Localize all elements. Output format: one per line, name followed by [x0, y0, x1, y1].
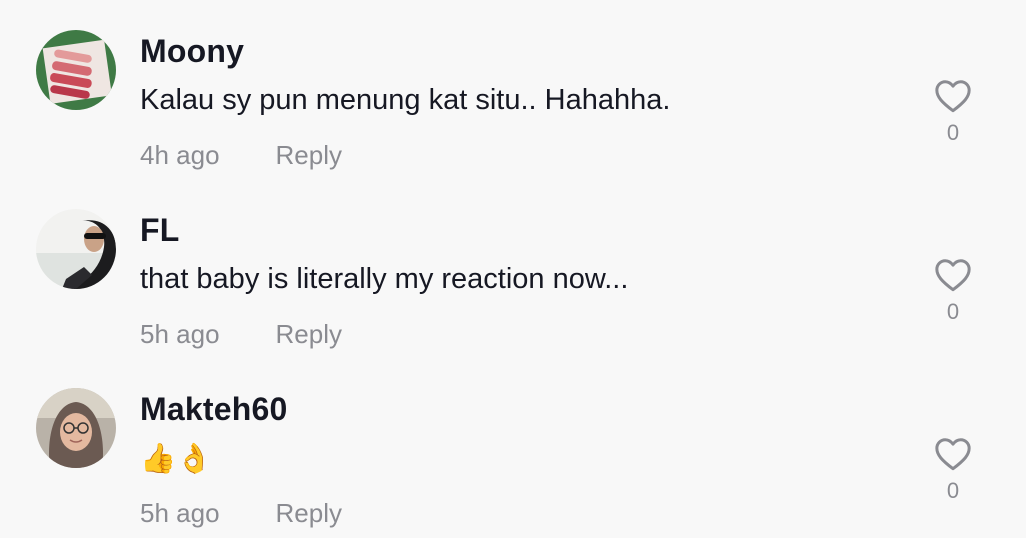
comment-item: Makteh60 👍👌 5h ago Reply 0 [0, 358, 1026, 537]
comment-text: Kalau sy pun menung kat situ.. Hahahha. [140, 84, 671, 116]
hijab-glasses-avatar [36, 388, 116, 468]
reply-button[interactable]: Reply [276, 140, 342, 170]
heart-outline-icon[interactable] [934, 257, 972, 293]
comment-time: 5h ago [140, 498, 220, 528]
like-button[interactable]: 0 [930, 78, 976, 146]
like-count: 0 [946, 478, 960, 503]
comment-time: 5h ago [140, 319, 220, 349]
reply-button[interactable]: Reply [276, 498, 342, 528]
comment-meta: 5h ago Reply [140, 498, 342, 529]
comment-item: Moony Kalau sy pun menung kat situ.. Hah… [0, 0, 1026, 179]
comment-username[interactable]: Moony [140, 33, 244, 70]
comment-meta: 5h ago Reply [140, 319, 342, 350]
comment-list: Moony Kalau sy pun menung kat situ.. Hah… [0, 0, 1026, 538]
comment-item: FL that baby is literally my reaction no… [0, 179, 1026, 358]
comment-time: 4h ago [140, 140, 220, 170]
like-button[interactable]: 0 [930, 436, 976, 504]
lipstick-swatch-avatar [36, 30, 116, 110]
avatar[interactable] [36, 388, 116, 468]
avatar[interactable] [36, 30, 116, 110]
like-count: 0 [946, 299, 960, 324]
comment-meta: 4h ago Reply [140, 140, 342, 171]
like-button[interactable]: 0 [930, 257, 976, 325]
heart-outline-icon[interactable] [934, 436, 972, 472]
comment-text: that baby is literally my reaction now..… [140, 263, 629, 295]
avatar[interactable] [36, 209, 116, 289]
reply-button[interactable]: Reply [276, 319, 342, 349]
hijab-sunglasses-avatar [36, 209, 116, 289]
comment-username[interactable]: Makteh60 [140, 391, 287, 428]
comment-username[interactable]: FL [140, 212, 180, 249]
comment-text: 👍👌 [140, 443, 213, 475]
like-count: 0 [946, 120, 960, 145]
heart-outline-icon[interactable] [934, 78, 972, 114]
